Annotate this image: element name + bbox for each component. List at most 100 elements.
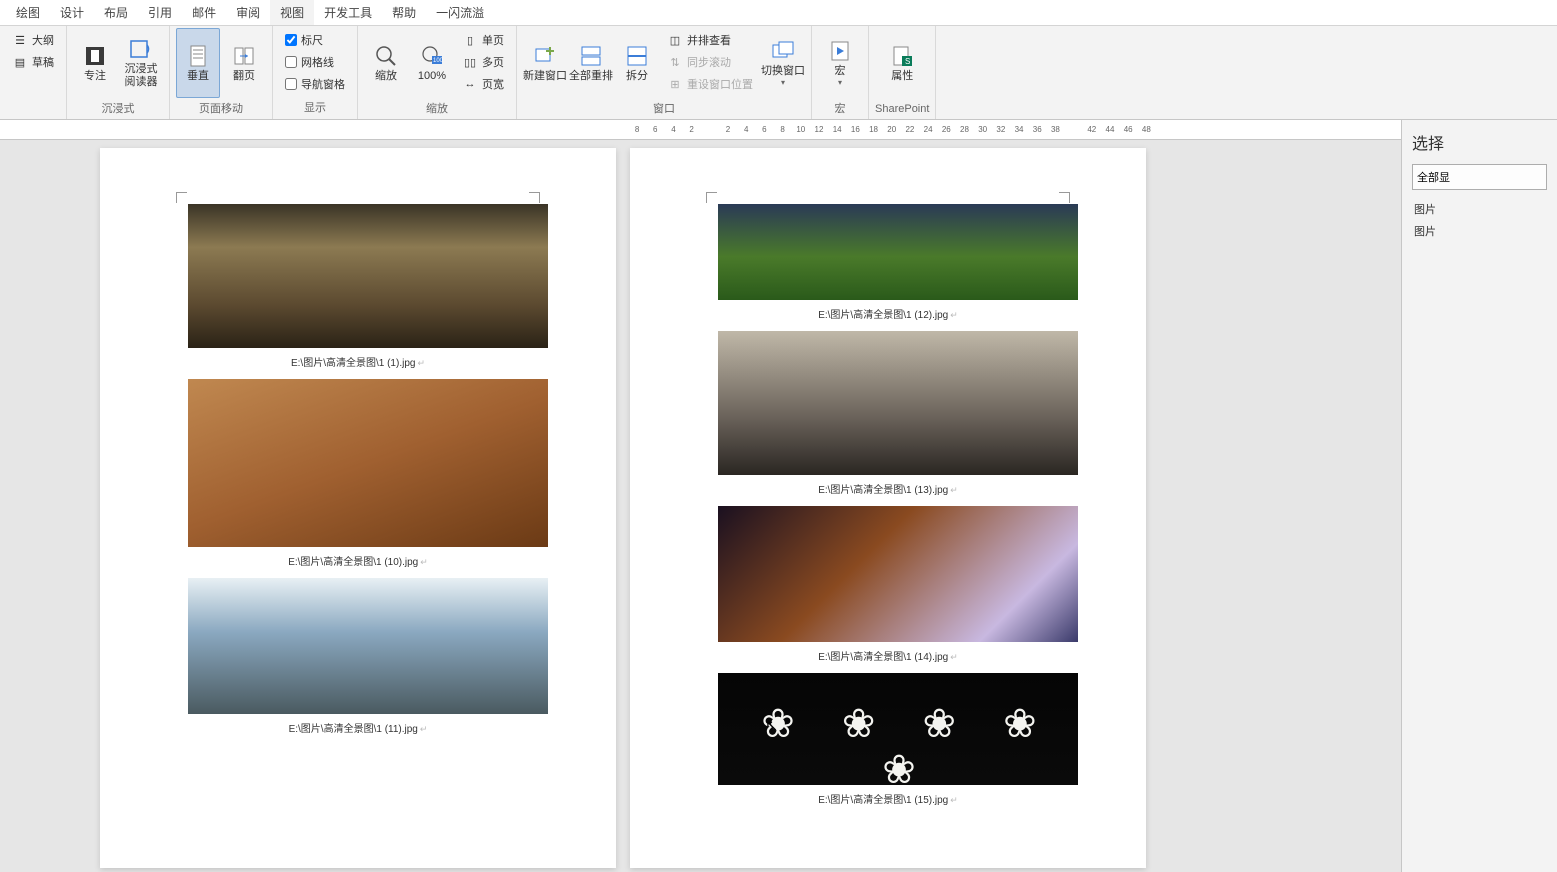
multi-page-icon: ▯▯ [462,54,478,70]
new-window-icon [533,44,557,68]
image-caption[interactable]: E:\图片\高清全景图\1 (12).jpg [718,306,1058,321]
menu-item-6[interactable]: 视图 [270,0,314,25]
group-zoom: 缩放 100 100% ▯单页 ▯▯多页 ↔页宽 缩放 [358,26,517,119]
menu-item-7[interactable]: 开发工具 [314,0,382,25]
image-caption[interactable]: E:\图片\高清全景图\1 (10).jpg [188,553,528,568]
page-right[interactable]: E:\图片\高清全景图\1 (12).jpg E:\图片\高清全景图\1 (13)… [630,148,1146,868]
image-block: E:\图片\高清全景图\1 (11).jpg [188,578,528,735]
menu-item-3[interactable]: 引用 [138,0,182,25]
page-width-button[interactable]: ↔页宽 [458,74,508,94]
inserted-image[interactable] [188,578,548,714]
ruler-tick: 18 [864,125,882,134]
switch-window-button[interactable]: 切换窗口 ▾ [761,28,805,98]
inserted-image[interactable] [718,331,1078,475]
menu-item-2[interactable]: 布局 [94,0,138,25]
document-area[interactable]: E:\图片\高清全景图\1 (1).jpg E:\图片\高清全景图\1 (10).… [0,140,1401,872]
properties-button[interactable]: S 属性 [880,28,924,98]
group-immersive-label: 沉浸式 [102,98,135,118]
menu-item-4[interactable]: 邮件 [182,0,226,25]
macros-button[interactable]: 宏 ▾ [818,28,862,98]
draft-label: 草稿 [32,54,54,70]
selection-item[interactable]: 图片 [1412,220,1547,242]
svg-text:100: 100 [433,58,444,64]
focus-icon [83,44,107,68]
hundred-label: 100% [418,70,446,83]
image-caption[interactable]: E:\图片\高清全景图\1 (14).jpg [718,648,1058,663]
ruler-tick: 4 [737,125,755,134]
inserted-image[interactable] [718,204,1078,300]
page-width-label: 页宽 [482,76,504,92]
show-all-button[interactable]: 全部显 [1412,164,1547,190]
inserted-image[interactable] [188,204,548,348]
horizontal-ruler[interactable]: 8642246810121416182022242628303234363842… [0,120,1557,140]
inserted-image[interactable] [718,506,1078,642]
menu-item-9[interactable]: 一闪流溢 [426,0,494,25]
vertical-button[interactable]: 垂直 [176,28,220,98]
image-caption[interactable]: E:\图片\高清全景图\1 (15).jpg [718,791,1058,806]
menu-item-1[interactable]: 设计 [50,0,94,25]
group-page-movement: 垂直 翻页 页面移动 [170,26,273,119]
group-sharepoint-label: SharePoint [875,101,929,117]
image-block: E:\图片\高清全景图\1 (1).jpg [188,204,528,369]
focus-button[interactable]: 专注 [73,28,117,98]
flip-label: 翻页 [233,70,255,83]
ruler-tick: 8 [628,125,646,134]
menu-item-8[interactable]: 帮助 [382,0,426,25]
chevron-down-icon: ▾ [781,78,785,87]
page-left[interactable]: E:\图片\高清全景图\1 (1).jpg E:\图片\高清全景图\1 (10).… [100,148,616,868]
selection-item[interactable]: 图片 [1412,198,1547,220]
ruler-tick: 26 [937,125,955,134]
inserted-image[interactable] [188,379,548,547]
inserted-image[interactable] [718,673,1078,785]
group-page-movement-label: 页面移动 [199,98,243,118]
gridlines-checkbox[interactable]: 网格线 [281,52,349,72]
vertical-icon [186,44,210,68]
outline-icon: ☰ [12,32,28,48]
split-button[interactable]: 拆分 [615,28,659,98]
menu-item-5[interactable]: 审阅 [226,0,270,25]
image-caption[interactable]: E:\图片\高清全景图\1 (1).jpg [188,354,528,369]
selection-pane: 选择 全部显 图片图片 [1401,120,1557,872]
ruler-tick: 38 [1046,125,1064,134]
ruler-tick: 42 [1083,125,1101,134]
selection-pane-title: 选择 [1412,130,1547,154]
navpane-checkbox[interactable]: 导航窗格 [281,74,349,94]
one-page-button[interactable]: ▯单页 [458,30,508,50]
arrange-all-label: 全部重排 [569,70,613,83]
multi-page-label: 多页 [482,54,504,70]
group-spacer [31,101,34,117]
immersive-reader-button[interactable]: 沉浸式 阅读器 [119,28,163,98]
new-window-button[interactable]: 新建窗口 [523,28,567,98]
new-window-label: 新建窗口 [523,70,567,83]
outline-button[interactable]: ☰ 大纲 [8,30,58,50]
side-by-side-label: 并排查看 [687,32,731,48]
flip-button[interactable]: 翻页 [222,28,266,98]
draft-button[interactable]: ▤ 草稿 [8,52,58,72]
zoom-button[interactable]: 缩放 [364,28,408,98]
properties-label: 属性 [891,70,913,83]
flip-icon [232,44,256,68]
menu-item-0[interactable]: 绘图 [6,0,50,25]
menu-bar: 绘图设计布局引用邮件审阅视图开发工具帮助一闪流溢 [0,0,1557,26]
split-label: 拆分 [626,70,648,83]
image-caption[interactable]: E:\图片\高清全景图\1 (13).jpg [718,481,1058,496]
image-caption[interactable]: E:\图片\高清全景图\1 (11).jpg [188,720,528,735]
ruler-tick: 10 [792,125,810,134]
macros-icon [828,39,852,63]
ruler-checkbox[interactable]: 标尺 [281,30,349,50]
ruler-tick: 2 [719,125,737,134]
ruler-tick: 20 [883,125,901,134]
ruler-tick: 8 [774,125,792,134]
multi-page-button[interactable]: ▯▯多页 [458,52,508,72]
ruler-tick: 16 [846,125,864,134]
ribbon: ☰ 大纲 ▤ 草稿 专注 沉浸式 阅读器 沉浸式 [0,26,1557,120]
image-block: E:\图片\高清全景图\1 (14).jpg [718,506,1058,663]
side-by-side-button[interactable]: ◫并排查看 [663,30,757,50]
hundred-button[interactable]: 100 100% [410,28,454,98]
page-width-icon: ↔ [462,76,478,92]
switch-window-label: 切换窗口 [761,65,805,78]
ruler-tick: 12 [810,125,828,134]
arrange-all-button[interactable]: 全部重排 [569,28,613,98]
ruler-tick: 48 [1137,125,1155,134]
group-macros: 宏 ▾ 宏 [812,26,869,119]
